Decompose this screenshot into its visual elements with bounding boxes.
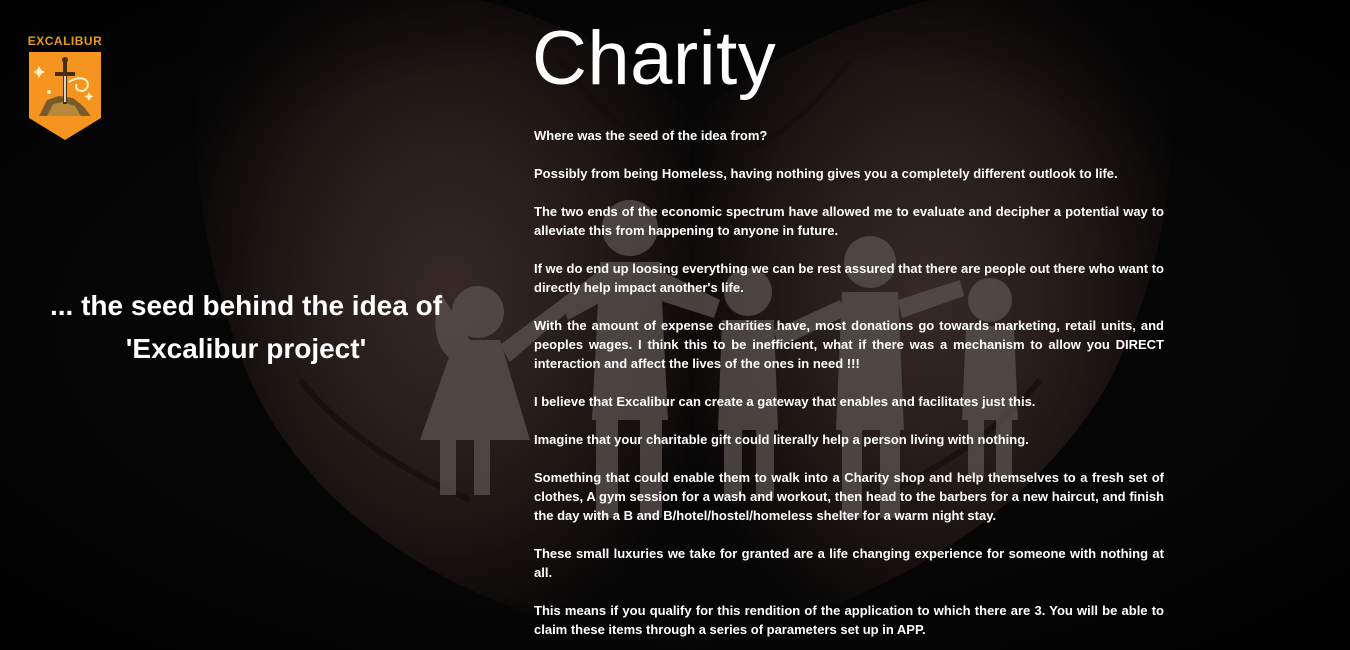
article-body: Where was the seed of the idea from? Pos… [534, 126, 1164, 650]
paragraph: I believe that Excalibur can create a ga… [534, 394, 1036, 409]
tagline: ... the seed behind the idea of 'Excalib… [49, 290, 443, 364]
paragraph: Imagine that your charitable gift could … [534, 432, 1029, 447]
paragraph: Possibly from being Homeless, having not… [534, 166, 1118, 181]
page-title: Charity [532, 16, 777, 101]
paragraph: Something that could enable them to walk… [534, 470, 1164, 523]
paragraph: With the amount of expense charities hav… [534, 318, 1164, 371]
sword-in-stone-icon [29, 52, 101, 140]
paragraph: These small luxuries we take for granted… [534, 546, 1164, 580]
paragraph: If we do end up loosing everything we ca… [534, 261, 1164, 295]
charity-page: EXCALIBUR ... the seed behind the idea o… [0, 0, 1350, 650]
paragraph: This means if you qualify for this rendi… [534, 603, 1164, 637]
logo-text: EXCALIBUR [27, 34, 103, 48]
excalibur-logo[interactable]: EXCALIBUR [22, 34, 108, 140]
paragraph: The two ends of the economic spectrum ha… [534, 204, 1164, 238]
paragraph: Where was the seed of the idea from? [534, 128, 768, 143]
